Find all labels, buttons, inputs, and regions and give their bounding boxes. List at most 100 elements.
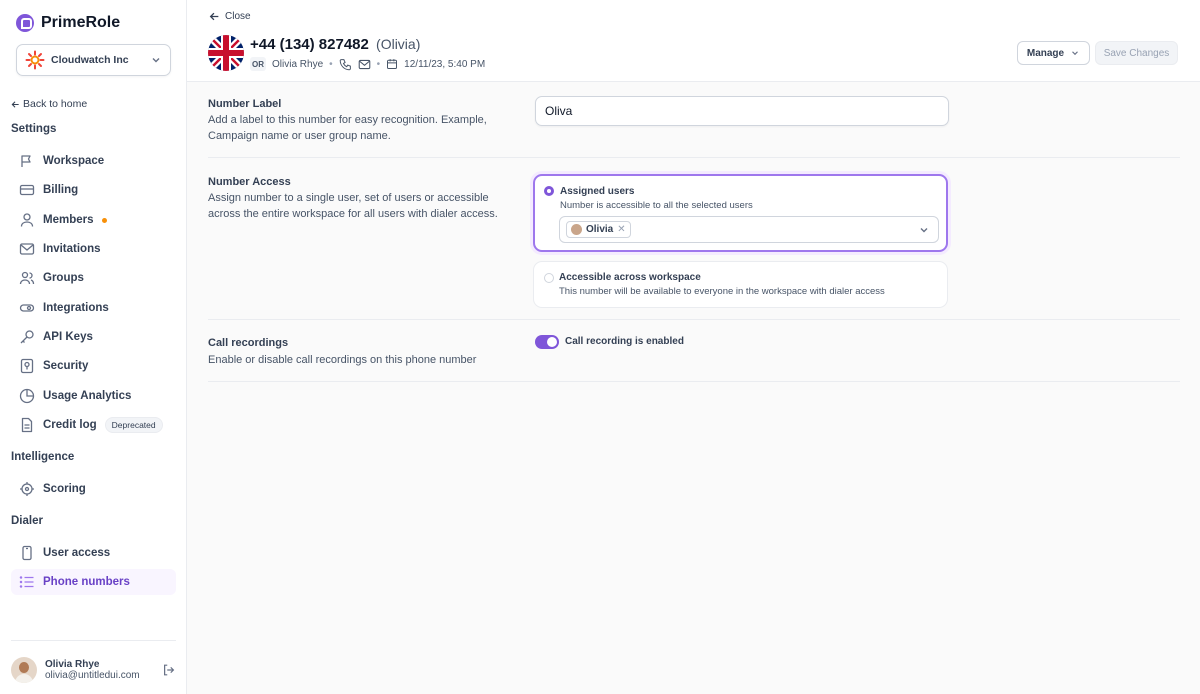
workspace-access-option[interactable]: Accessible across workspace This number … (533, 261, 948, 308)
manage-button[interactable]: Manage (1017, 41, 1090, 65)
close-button[interactable]: Close (209, 11, 251, 22)
sidebar-item-label: Members (43, 214, 94, 226)
chevron-down-icon (152, 58, 160, 63)
sidebar-item-workspace[interactable]: Workspace (11, 148, 176, 174)
call-recordings-desc: Enable or disable call recordings on thi… (208, 354, 477, 366)
call-recordings-title: Call recordings (208, 337, 289, 349)
sidebar-item-phone-numbers[interactable]: Phone numbers (11, 569, 176, 595)
sidebar-item-api-keys[interactable]: API Keys (11, 324, 176, 350)
sidebar: PrimeRole Cloudwatch Inc Back to home Se… (0, 0, 187, 694)
chevron-down-icon (1072, 51, 1079, 56)
back-label: Back to home (23, 98, 88, 110)
sidebar-item-members[interactable]: Members (11, 207, 176, 233)
sidebar-item-user-access[interactable]: User access (11, 540, 176, 566)
sidebar-item-scoring[interactable]: Scoring (11, 476, 176, 502)
phone-label: (Olivia) (376, 36, 421, 52)
remove-chip-icon[interactable]: ✕ (617, 224, 625, 235)
back-to-home-link[interactable]: Back to home (11, 98, 87, 110)
pie-chart-icon (19, 388, 35, 404)
sidebar-item-label: Phone numbers (43, 576, 130, 588)
sidebar-item-label: User access (43, 547, 111, 559)
workspace-access-title: Accessible across workspace (559, 272, 701, 283)
sidebar-item-label: Scoring (43, 483, 86, 495)
sidebar-item-label: API Keys (43, 331, 93, 343)
assigned-users-title: Assigned users (560, 186, 635, 197)
sidebar-item-label: Groups (43, 272, 84, 284)
mail-icon (19, 243, 35, 255)
sidebar-item-credit-log[interactable]: Credit log Deprecated (11, 412, 176, 438)
divider (208, 157, 1180, 158)
app-name: PrimeRole (41, 14, 121, 31)
assigned-users-desc: Number is accessible to all the selected… (560, 200, 753, 211)
call-recording-toggle[interactable] (535, 335, 559, 349)
flag-icon (21, 155, 31, 167)
chip-label: Olivia (586, 224, 614, 235)
credit-card-icon (19, 184, 35, 196)
number-label-desc: Add a label to this number for easy reco… (208, 114, 487, 142)
sidebar-item-label: Workspace (43, 155, 105, 167)
user-icon (20, 213, 34, 227)
sidebar-item-integrations[interactable]: Integrations (11, 295, 176, 321)
logo-icon (16, 14, 34, 32)
file-icon (21, 417, 33, 433)
chevron-down-icon (920, 228, 928, 233)
shield-icon (20, 358, 34, 374)
sidebar-item-label: Security (43, 360, 89, 372)
phone-icon[interactable] (339, 58, 352, 71)
sidebar-item-label: Usage Analytics (43, 390, 132, 402)
sidebar-item-label: Billing (43, 184, 79, 196)
separator: • (329, 58, 333, 70)
separator: • (376, 58, 381, 70)
key-icon (20, 330, 34, 344)
sidebar-item-groups[interactable]: Groups (11, 265, 176, 291)
number-label-value: Oliva (545, 104, 573, 118)
save-changes-button[interactable]: Save Changes (1095, 41, 1178, 65)
sidebar-item-invitations[interactable]: Invitations (11, 236, 176, 262)
sidebar-item-label: Credit log (43, 419, 97, 431)
users-select[interactable]: Olivia ✕ (559, 216, 939, 243)
owner-name: Olivia Rhye (272, 58, 324, 70)
created-date: 12/11/23, 5:40 PM (404, 58, 486, 70)
sidebar-item-label: Integrations (43, 302, 109, 314)
sidebar-user: Olivia Rhye olivia@untitledui.com (11, 640, 176, 683)
user-chip: Olivia ✕ (566, 221, 631, 238)
phone-number: +44 (134) 827482 (250, 36, 369, 53)
arrow-left-icon (209, 12, 219, 21)
divider (208, 381, 1180, 382)
number-access-desc: Assign number to a single user, set of u… (208, 192, 498, 220)
page-header: Close +44 (134) 827482 (Olivia) OR Olivi… (187, 0, 1200, 82)
sidebar-item-security[interactable]: Security (11, 353, 176, 379)
link-icon (19, 304, 35, 312)
assigned-users-option[interactable]: Assigned users Number is accessible to a… (533, 174, 948, 252)
users-icon (19, 271, 35, 285)
uk-flag-icon (208, 35, 244, 71)
user-email: olivia@untitledui.com (45, 670, 140, 681)
radio-unselected[interactable] (544, 273, 554, 283)
number-access-title: Number Access (208, 176, 291, 188)
phone-meta: OR Olivia Rhye • • 12/11/23, 5:40 PM (250, 57, 485, 71)
mail-icon[interactable] (358, 58, 371, 71)
deprecated-badge: Deprecated (104, 417, 163, 433)
radio-selected[interactable] (544, 186, 554, 196)
save-label: Save Changes (1103, 47, 1170, 59)
sidebar-item-billing[interactable]: Billing (11, 177, 176, 203)
section-intelligence: Intelligence (11, 451, 75, 463)
owner-initials: OR (250, 57, 266, 71)
phone-device-icon (22, 545, 32, 561)
workspace-access-desc: This number will be available to everyon… (559, 286, 885, 297)
chip-avatar (571, 224, 582, 235)
arrow-left-icon (11, 100, 19, 108)
sidebar-item-label: Invitations (43, 243, 101, 255)
number-label-input[interactable]: Oliva (535, 96, 949, 126)
logout-icon[interactable] (162, 663, 176, 677)
calendar-icon (387, 59, 398, 69)
org-switcher[interactable]: Cloudwatch Inc (16, 44, 171, 76)
manage-label: Manage (1026, 47, 1065, 59)
avatar[interactable] (11, 657, 37, 683)
sidebar-item-usage-analytics[interactable]: Usage Analytics (11, 383, 176, 409)
number-label-title: Number Label (208, 98, 282, 110)
call-recording-label: Call recording is enabled (565, 336, 684, 347)
brand[interactable]: PrimeRole (16, 14, 120, 32)
list-icon (19, 576, 34, 588)
phone-number-title: +44 (134) 827482 (Olivia) (250, 36, 420, 53)
